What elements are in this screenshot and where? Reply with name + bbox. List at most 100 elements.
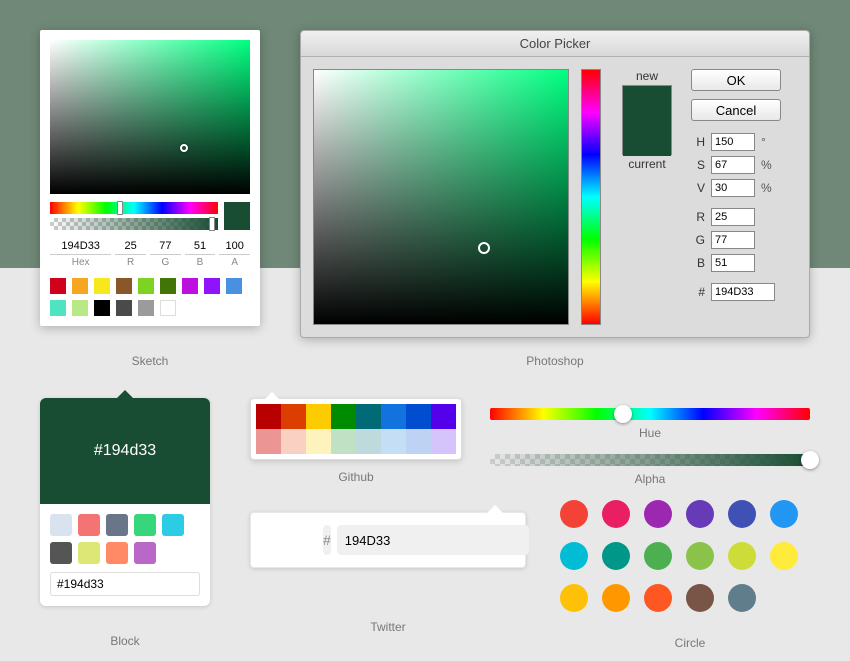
ps-b-input[interactable]: [711, 254, 755, 272]
circle-swatch[interactable]: [644, 542, 672, 570]
circle-swatch[interactable]: [644, 584, 672, 612]
github-swatch[interactable]: [431, 404, 456, 429]
github-swatch[interactable]: [406, 404, 431, 429]
github-swatch[interactable]: [331, 429, 356, 454]
circle-swatch[interactable]: [728, 500, 756, 528]
alpha-slider: Alpha: [490, 454, 810, 486]
github-swatch[interactable]: [306, 404, 331, 429]
sketch-current-color: [224, 202, 250, 230]
block-swatch[interactable]: [162, 514, 184, 536]
circle-swatch[interactable]: [560, 584, 588, 612]
github-swatch[interactable]: [331, 404, 356, 429]
circle-swatch[interactable]: [560, 542, 588, 570]
ps-r-input[interactable]: [711, 208, 755, 226]
hue-track[interactable]: [490, 408, 810, 420]
block-swatch[interactable]: [134, 542, 156, 564]
github-swatch[interactable]: [356, 429, 381, 454]
photoshop-hue-bar[interactable]: [581, 69, 601, 325]
sketch-b-input[interactable]: [185, 238, 216, 255]
github-swatch[interactable]: [406, 429, 431, 454]
github-pointer: [265, 392, 279, 399]
ps-g-input[interactable]: [711, 231, 755, 249]
photoshop-sat-knob[interactable]: [478, 242, 490, 254]
block-swatch[interactable]: [134, 514, 156, 536]
sketch-sat-knob[interactable]: [180, 144, 188, 152]
sketch-label: Sketch: [40, 348, 260, 368]
sketch-preset-swatch[interactable]: [116, 278, 132, 294]
sketch-preset-swatch[interactable]: [160, 300, 176, 316]
circle-swatch[interactable]: [560, 500, 588, 528]
sketch-preset-swatch[interactable]: [160, 278, 176, 294]
block-swatch[interactable]: [50, 514, 72, 536]
photoshop-new-color: [623, 86, 671, 121]
circle-swatch[interactable]: [686, 542, 714, 570]
sketch-preset-swatch[interactable]: [182, 278, 198, 294]
sketch-preset-swatch[interactable]: [94, 300, 110, 316]
sketch-saturation-field[interactable]: [50, 40, 250, 194]
circle-swatch[interactable]: [770, 542, 798, 570]
ps-hex-input[interactable]: [711, 283, 775, 301]
github-swatch[interactable]: [356, 404, 381, 429]
circle-label: Circle: [560, 630, 820, 650]
circle-swatch[interactable]: [686, 584, 714, 612]
sketch-preset-swatch[interactable]: [226, 278, 242, 294]
github-swatch[interactable]: [431, 429, 456, 454]
github-swatch[interactable]: [281, 404, 306, 429]
github-swatch[interactable]: [306, 429, 331, 454]
circle-swatch[interactable]: [644, 500, 672, 528]
sketch-g-input[interactable]: [150, 238, 181, 255]
twitter-hash-icon: #: [323, 525, 331, 555]
alpha-slider-knob[interactable]: [801, 451, 819, 469]
github-swatch[interactable]: [256, 404, 281, 429]
circle-swatch[interactable]: [770, 500, 798, 528]
sketch-preset-swatch[interactable]: [204, 278, 220, 294]
sketch-presets: [50, 278, 250, 316]
block-label: Block: [40, 628, 210, 648]
block-swatch[interactable]: [78, 514, 100, 536]
block-swatch[interactable]: [106, 514, 128, 536]
circle-swatch[interactable]: [602, 542, 630, 570]
block-pointer: [117, 390, 133, 398]
circle-swatch[interactable]: [602, 500, 630, 528]
block-swatch[interactable]: [106, 542, 128, 564]
ok-button[interactable]: OK: [691, 69, 781, 91]
ps-v-input[interactable]: [711, 179, 755, 197]
sketch-alpha-knob[interactable]: [209, 217, 215, 231]
github-swatch[interactable]: [381, 429, 406, 454]
ps-s-input[interactable]: [711, 156, 755, 174]
circle-swatch[interactable]: [728, 542, 756, 570]
circle-swatch[interactable]: [602, 584, 630, 612]
alpha-track[interactable]: [490, 454, 810, 466]
hue-slider-knob[interactable]: [614, 405, 632, 423]
block-swatch[interactable]: [50, 542, 72, 564]
block-hex-input[interactable]: [50, 572, 200, 596]
sketch-preset-swatch[interactable]: [116, 300, 132, 316]
photoshop-current-label: current: [613, 157, 681, 171]
github-swatch[interactable]: [256, 429, 281, 454]
photoshop-saturation-field[interactable]: [313, 69, 569, 325]
sketch-preset-swatch[interactable]: [138, 300, 154, 316]
sketch-preset-swatch[interactable]: [138, 278, 154, 294]
sketch-hex-input[interactable]: [50, 238, 111, 255]
sketch-preset-swatch[interactable]: [50, 278, 66, 294]
block-swatch[interactable]: [78, 542, 100, 564]
sketch-preset-swatch[interactable]: [94, 278, 110, 294]
sketch-r-input[interactable]: [115, 238, 146, 255]
sketch-a-input[interactable]: [219, 238, 250, 255]
sketch-preset-swatch[interactable]: [72, 300, 88, 316]
sketch-hue-bar[interactable]: [50, 202, 218, 214]
ps-h-input[interactable]: [711, 133, 755, 151]
sketch-hue-knob[interactable]: [117, 201, 123, 215]
circle-swatch[interactable]: [728, 584, 756, 612]
photoshop-picker: Color Picker new current OK: [300, 30, 810, 338]
github-swatch[interactable]: [381, 404, 406, 429]
photoshop-new-label: new: [613, 69, 681, 83]
cancel-button[interactable]: Cancel: [691, 99, 781, 121]
sketch-alpha-bar[interactable]: [50, 218, 218, 230]
circle-swatch[interactable]: [686, 500, 714, 528]
twitter-hex-input[interactable]: [337, 525, 529, 555]
twitter-pointer: [487, 505, 503, 513]
github-swatch[interactable]: [281, 429, 306, 454]
sketch-preset-swatch[interactable]: [50, 300, 66, 316]
sketch-preset-swatch[interactable]: [72, 278, 88, 294]
